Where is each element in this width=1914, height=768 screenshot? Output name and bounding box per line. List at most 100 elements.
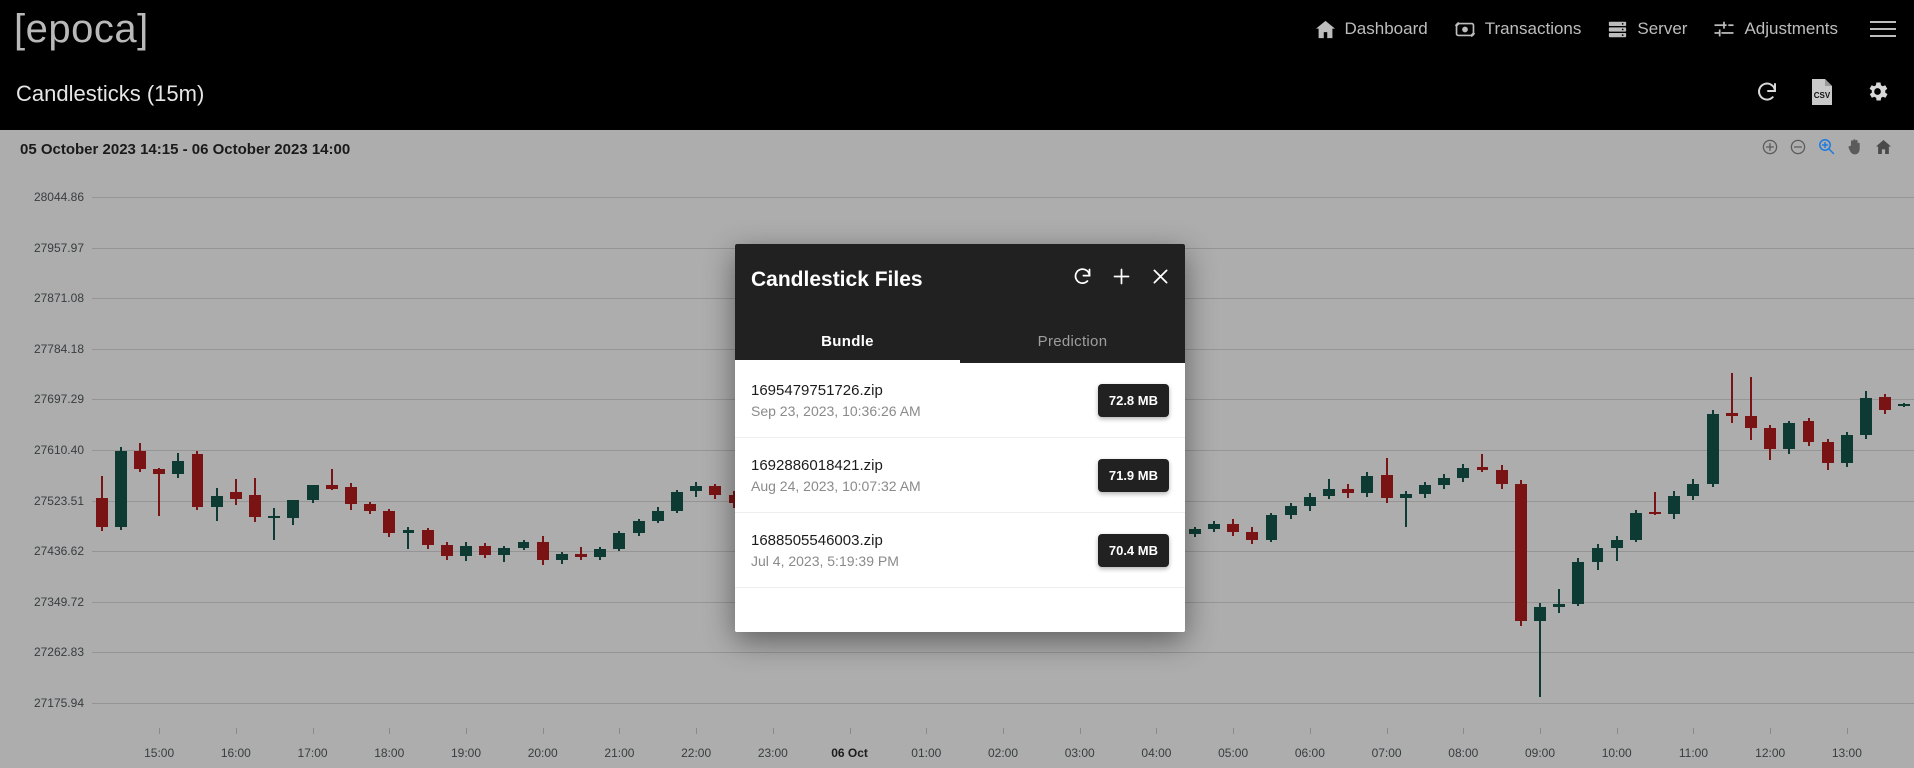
file-date: Aug 24, 2023, 10:07:32 AM bbox=[751, 477, 921, 494]
candlestick[interactable] bbox=[613, 172, 626, 728]
candlestick[interactable] bbox=[1284, 172, 1297, 728]
candlestick[interactable] bbox=[1534, 172, 1546, 728]
candlestick[interactable] bbox=[1303, 172, 1316, 728]
candlestick[interactable] bbox=[1246, 172, 1259, 728]
candlestick[interactable] bbox=[134, 172, 146, 728]
candle-body bbox=[1399, 494, 1412, 498]
candlestick[interactable] bbox=[460, 172, 472, 728]
candlestick[interactable] bbox=[1188, 172, 1201, 728]
candlestick[interactable] bbox=[1208, 172, 1220, 728]
add-icon[interactable] bbox=[1111, 266, 1132, 292]
nav-item-transactions[interactable]: Transactions bbox=[1454, 19, 1581, 39]
zoom-in-icon[interactable] bbox=[1762, 139, 1778, 160]
candlestick[interactable] bbox=[287, 172, 300, 728]
nav-item-adjustments[interactable]: Adjustments bbox=[1713, 19, 1838, 39]
candlestick[interactable] bbox=[1323, 172, 1335, 728]
file-list-item[interactable]: 1688505546003.zip Jul 4, 2023, 5:19:39 PM… bbox=[735, 513, 1185, 588]
candlestick[interactable] bbox=[632, 172, 645, 728]
candlestick[interactable] bbox=[1457, 172, 1470, 728]
candlestick[interactable] bbox=[1361, 172, 1374, 728]
candlestick[interactable] bbox=[1399, 172, 1412, 728]
hamburger-menu-icon[interactable] bbox=[1870, 21, 1896, 37]
candlestick[interactable] bbox=[364, 172, 377, 728]
candlestick[interactable] bbox=[1514, 172, 1527, 728]
candlestick[interactable] bbox=[1265, 172, 1278, 728]
candlestick[interactable] bbox=[1476, 172, 1489, 728]
brand-logo[interactable]: [epoca] bbox=[14, 9, 149, 49]
candlestick[interactable] bbox=[1706, 172, 1719, 728]
candlestick[interactable] bbox=[690, 172, 703, 728]
candlestick[interactable] bbox=[1418, 172, 1431, 728]
nav-item-dashboard[interactable]: Dashboard bbox=[1315, 19, 1428, 39]
candlestick[interactable] bbox=[421, 172, 434, 728]
nav-item-server[interactable]: Server bbox=[1607, 19, 1687, 39]
candlestick[interactable] bbox=[1610, 172, 1623, 728]
file-list[interactable]: 1695479751726.zip Sep 23, 2023, 10:36:26 … bbox=[735, 363, 1185, 632]
candlestick[interactable] bbox=[1802, 172, 1815, 728]
candlestick[interactable] bbox=[210, 172, 223, 728]
x-axis-tick-label: 08:00 bbox=[1448, 746, 1479, 760]
candlestick[interactable] bbox=[671, 172, 683, 728]
candlestick[interactable] bbox=[95, 172, 108, 728]
candlestick[interactable] bbox=[1668, 172, 1681, 728]
candlestick[interactable] bbox=[1629, 172, 1642, 728]
candlestick[interactable] bbox=[1591, 172, 1604, 728]
candlestick[interactable] bbox=[1553, 172, 1566, 728]
candlestick[interactable] bbox=[555, 172, 568, 728]
candlestick[interactable] bbox=[1687, 172, 1700, 728]
candlestick[interactable] bbox=[1227, 172, 1240, 728]
candlestick[interactable] bbox=[1342, 172, 1355, 728]
candlestick[interactable] bbox=[517, 172, 530, 728]
file-list-item[interactable]: 1695479751726.zip Sep 23, 2023, 10:36:26 … bbox=[735, 363, 1185, 438]
candlestick[interactable] bbox=[1495, 172, 1508, 728]
candlestick[interactable] bbox=[325, 172, 338, 728]
candlestick[interactable] bbox=[1821, 172, 1834, 728]
file-size-badge[interactable]: 71.9 MB bbox=[1097, 458, 1169, 492]
selection-zoom-icon[interactable] bbox=[1818, 138, 1835, 160]
candlestick[interactable] bbox=[479, 172, 492, 728]
candlestick[interactable] bbox=[383, 172, 396, 728]
candlestick[interactable] bbox=[1783, 172, 1796, 728]
candlestick[interactable] bbox=[229, 172, 242, 728]
csv-export-icon[interactable]: CSV bbox=[1809, 78, 1835, 111]
candlestick[interactable] bbox=[1438, 172, 1451, 728]
candlestick[interactable] bbox=[191, 172, 204, 728]
candlestick[interactable] bbox=[1764, 172, 1777, 728]
candlestick[interactable] bbox=[440, 172, 453, 728]
candlestick[interactable] bbox=[1725, 172, 1738, 728]
candlestick[interactable] bbox=[1840, 172, 1853, 728]
tab-bundle[interactable]: Bundle bbox=[735, 321, 960, 363]
candlestick[interactable] bbox=[172, 172, 185, 728]
candlestick[interactable] bbox=[306, 172, 319, 728]
file-size-badge[interactable]: 70.4 MB bbox=[1097, 533, 1169, 567]
tab-prediction[interactable]: Prediction bbox=[960, 321, 1185, 363]
candlestick[interactable] bbox=[1860, 172, 1872, 728]
candlestick[interactable] bbox=[402, 172, 415, 728]
close-icon[interactable] bbox=[1150, 266, 1171, 292]
candlestick[interactable] bbox=[268, 172, 281, 728]
reset-home-icon[interactable] bbox=[1875, 139, 1892, 160]
candlestick[interactable] bbox=[1898, 172, 1911, 728]
candlestick[interactable] bbox=[594, 172, 607, 728]
refresh-icon[interactable] bbox=[1072, 266, 1093, 292]
candlestick[interactable] bbox=[1380, 172, 1393, 728]
candlestick[interactable] bbox=[536, 172, 549, 728]
candlestick[interactable] bbox=[1879, 172, 1892, 728]
candlestick[interactable] bbox=[249, 172, 261, 728]
gear-icon[interactable] bbox=[1865, 79, 1890, 109]
candlestick[interactable] bbox=[1572, 172, 1585, 728]
candlestick[interactable] bbox=[1649, 172, 1662, 728]
candlestick[interactable] bbox=[709, 172, 722, 728]
candlestick[interactable] bbox=[114, 172, 127, 728]
candlestick[interactable] bbox=[575, 172, 587, 728]
candlestick[interactable] bbox=[1745, 172, 1757, 728]
candlestick[interactable] bbox=[153, 172, 166, 728]
refresh-icon[interactable] bbox=[1755, 80, 1779, 109]
candlestick[interactable] bbox=[344, 172, 357, 728]
file-list-item[interactable]: 1692886018421.zip Aug 24, 2023, 10:07:32 … bbox=[735, 438, 1185, 513]
zoom-out-icon[interactable] bbox=[1790, 139, 1806, 160]
candlestick[interactable] bbox=[498, 172, 511, 728]
pan-icon[interactable] bbox=[1847, 138, 1863, 160]
file-size-badge[interactable]: 72.8 MB bbox=[1097, 383, 1169, 417]
candlestick[interactable] bbox=[651, 172, 664, 728]
